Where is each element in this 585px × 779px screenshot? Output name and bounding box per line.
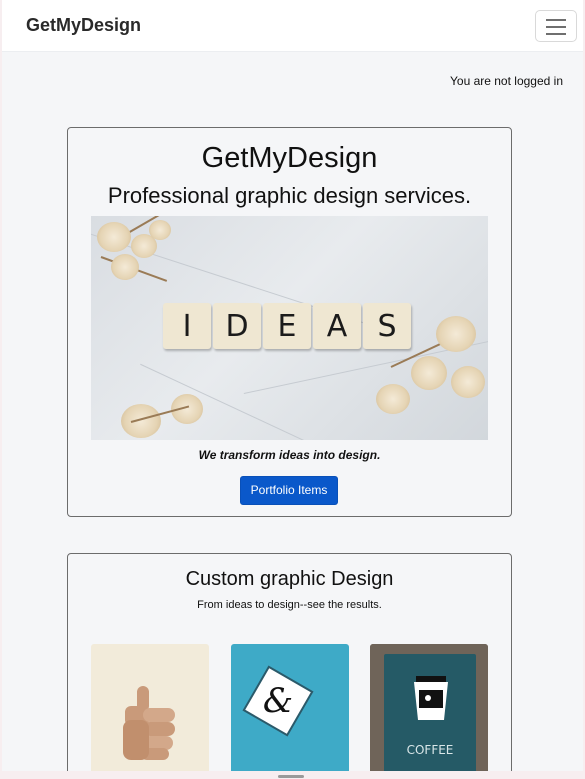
menu-toggle-button[interactable] (535, 10, 577, 42)
hero-card: GetMyDesign Professional graphic design … (67, 127, 512, 517)
page: GetMyDesign You are not logged in GetMyD… (2, 0, 583, 771)
ideas-tiles: I D E A S (163, 303, 411, 349)
login-status: You are not logged in (450, 74, 563, 88)
hero-caption: We transform ideas into design. (198, 448, 381, 462)
thumbs-up-icon (123, 686, 175, 760)
hamburger-menu-icon (546, 19, 566, 21)
coffee-cup-icon: COFFEE (370, 644, 488, 771)
letter-tile: E (263, 303, 311, 349)
hamburger-menu-icon (546, 26, 566, 28)
portfolio-thumbnail[interactable]: & (231, 644, 349, 771)
hero-title: GetMyDesign (201, 142, 378, 174)
brand-link[interactable]: GetMyDesign (26, 15, 141, 36)
portfolio-thumbnail[interactable]: COFFEE (370, 644, 488, 771)
section-title: Custom graphic Design (185, 568, 394, 590)
ampersand-icon: & (242, 665, 314, 737)
letter-tile: A (313, 303, 361, 349)
scroll-handle[interactable] (278, 775, 304, 778)
ampersand-glyph: & (263, 681, 293, 721)
hero-tagline: Professional graphic design services. (107, 183, 472, 208)
letter-tile: I (163, 303, 211, 349)
navbar: GetMyDesign (2, 0, 583, 52)
coffee-label: COFFEE (407, 743, 454, 757)
hamburger-menu-icon (546, 33, 566, 35)
letter-tile: D (213, 303, 261, 349)
section-subtitle: From ideas to design--see the results. (197, 599, 382, 611)
portfolio-thumbnail[interactable] (91, 644, 209, 771)
portfolio-items-button[interactable]: Portfolio Items (240, 476, 338, 505)
hero-image: I D E A S (91, 216, 488, 440)
letter-tile: S (363, 303, 411, 349)
custom-design-card: Custom graphic Design From ideas to desi… (67, 553, 512, 771)
